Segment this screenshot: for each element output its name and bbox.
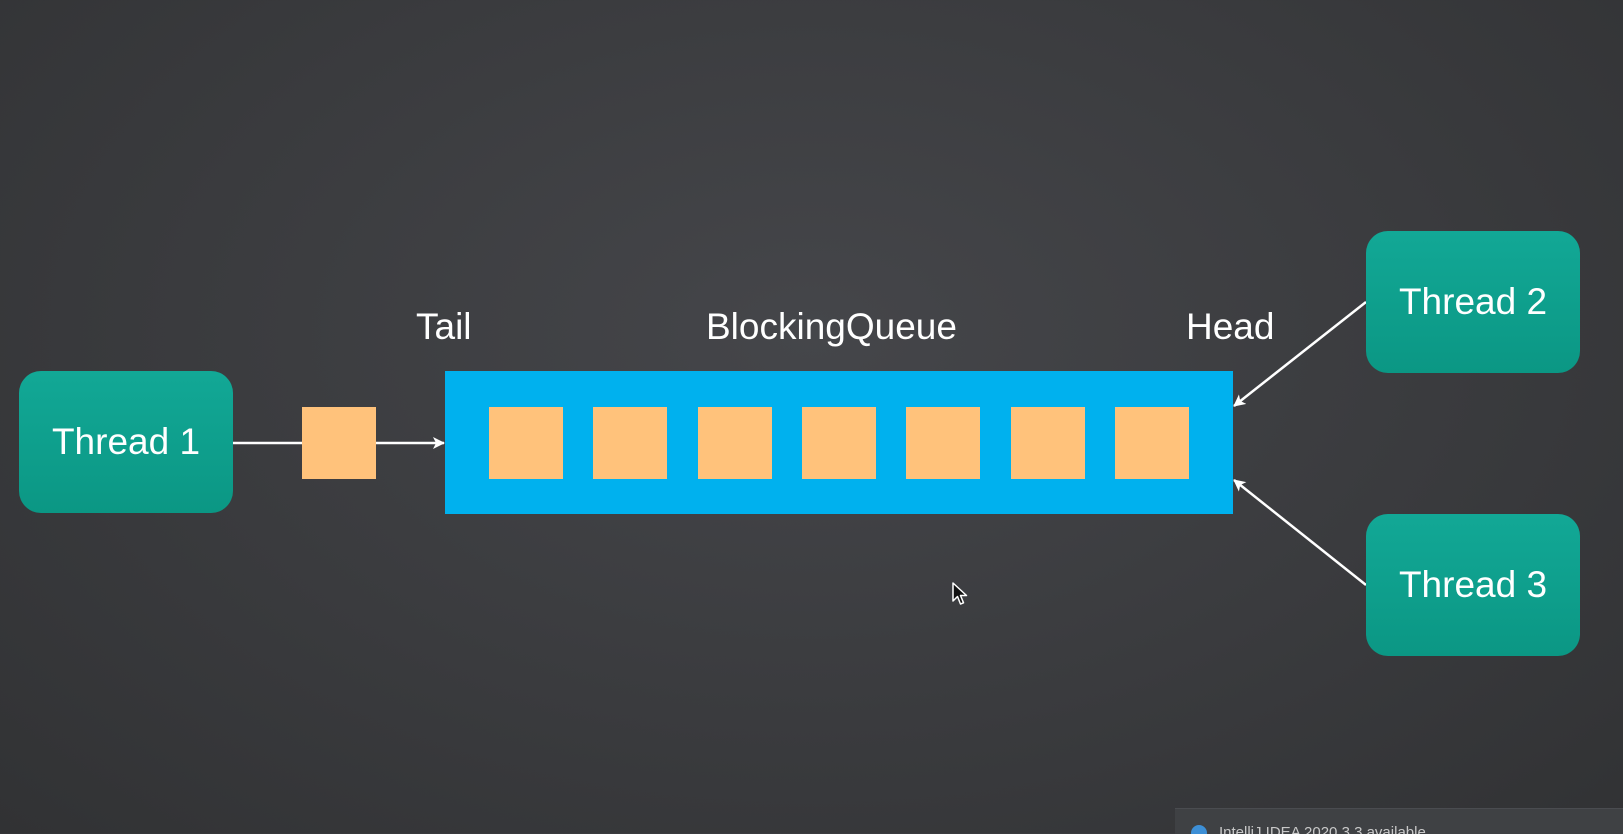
thread-3-label: Thread 3: [1398, 564, 1548, 605]
thread-1-box: Thread 1: [19, 371, 233, 513]
thread-2-box: Thread 2: [1366, 231, 1580, 373]
queue-item: [698, 407, 772, 479]
arrow-thread3-to-head: [1233, 479, 1367, 586]
queue-item: [1011, 407, 1085, 479]
queue-item: [802, 407, 876, 479]
incoming-queue-item: [302, 407, 376, 479]
tail-label: Tail: [416, 306, 472, 347]
queue-item: [1115, 407, 1189, 479]
mouse-pointer-icon: [952, 582, 968, 605]
blocking-queue-label: BlockingQueue: [706, 306, 957, 347]
queue-item: [489, 407, 563, 479]
queue-item: [906, 407, 980, 479]
ide-update-notification[interactable]: IntelliJ IDEA 2020.3.3 available: [1175, 808, 1623, 834]
head-label: Head: [1186, 306, 1275, 347]
thread-1-label: Thread 1: [51, 421, 201, 462]
thread-2-label: Thread 2: [1398, 281, 1548, 322]
queue-item: [593, 407, 667, 479]
thread-3-box: Thread 3: [1366, 514, 1580, 656]
blocking-queue-bar: [445, 371, 1233, 514]
